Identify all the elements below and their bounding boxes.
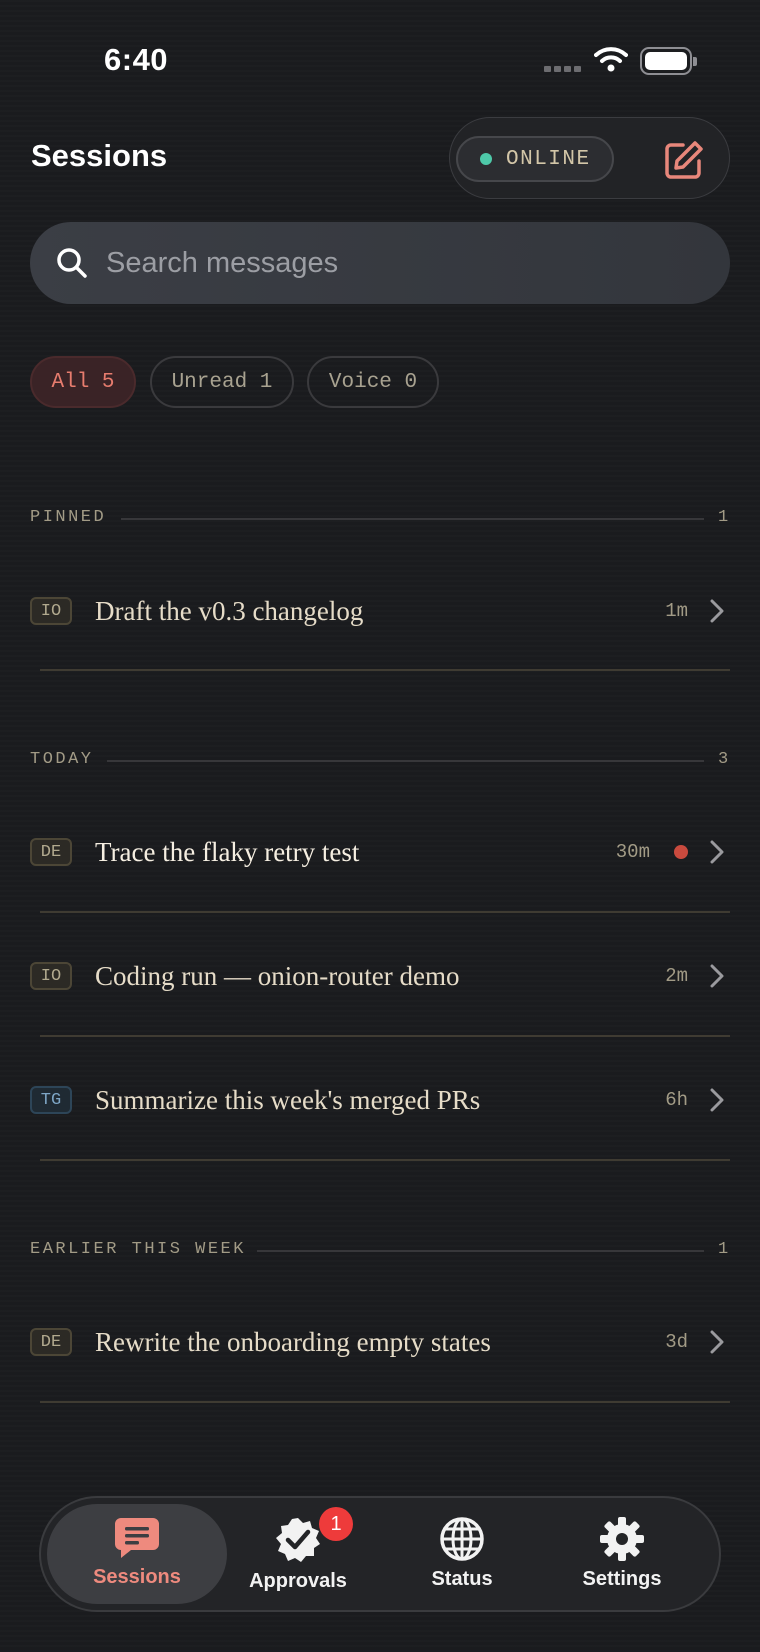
session-row[interactable]: IO Coding run — onion-router demo 2m — [30, 946, 730, 1006]
section-header-today: TODAY — [30, 750, 94, 769]
session-title: Rewrite the onboarding empty states — [95, 1326, 491, 1357]
session-time: 3d — [665, 1331, 688, 1353]
wifi-icon — [594, 46, 628, 77]
search-icon — [57, 248, 87, 278]
section-header-earlier-this-week: EARLIER THIS WEEK — [30, 1240, 246, 1259]
tab-label: Settings — [582, 1568, 662, 1590]
tab-settings[interactable]: Settings — [552, 1504, 692, 1604]
checkmark-seal-icon — [276, 1518, 320, 1562]
session-row[interactable]: DE Trace the flaky retry test 30m — [30, 822, 730, 882]
approvals-badge: 1 — [319, 1507, 353, 1541]
section-count: 1 — [718, 1240, 729, 1259]
chevron-right-icon — [710, 1330, 724, 1354]
unread-indicator — [674, 845, 688, 859]
source-tag: IO — [30, 597, 72, 625]
session-time: 1m — [665, 600, 688, 622]
search-placeholder: Search messages — [106, 246, 339, 279]
compose-button[interactable] — [660, 138, 706, 184]
session-title: Summarize this week's merged PRs — [95, 1084, 481, 1115]
compose-icon — [665, 141, 703, 179]
battery-icon — [640, 47, 697, 75]
search-input[interactable]: Search messages — [30, 222, 730, 304]
chevron-right-icon — [710, 599, 724, 623]
filter-chip-all[interactable]: All 5 — [30, 356, 136, 408]
row-divider — [40, 911, 730, 913]
status-time: 6:40 — [104, 42, 169, 77]
connection-status-pill[interactable]: ONLINE — [456, 136, 614, 182]
section-header-pinned: PINNED — [30, 508, 107, 527]
row-divider — [40, 1159, 730, 1161]
session-row[interactable]: IO Draft the v0.3 changelog 1m — [30, 581, 730, 641]
section-divider — [257, 1250, 704, 1252]
tab-label: Approvals — [249, 1570, 347, 1592]
section-divider — [121, 518, 704, 520]
cellular-signal-icon — [544, 66, 582, 74]
source-tag: DE — [30, 838, 72, 866]
chat-bubble-icon — [115, 1518, 159, 1558]
section-count: 3 — [718, 750, 729, 769]
chevron-right-icon — [710, 1088, 724, 1112]
session-time: 6h — [665, 1089, 688, 1111]
row-divider — [40, 1035, 730, 1037]
connection-status-label: ONLINE — [506, 147, 591, 171]
row-divider — [40, 1401, 730, 1403]
chevron-right-icon — [710, 840, 724, 864]
session-title: Trace the flaky retry test — [95, 836, 360, 867]
session-row[interactable]: DE Rewrite the onboarding empty states 3… — [30, 1312, 730, 1372]
gear-icon — [600, 1517, 644, 1561]
globe-icon — [440, 1517, 484, 1561]
source-tag: IO — [30, 962, 72, 990]
session-time: 30m — [615, 841, 650, 863]
tab-sessions[interactable]: Sessions — [47, 1504, 227, 1604]
status-dot-icon — [480, 153, 492, 165]
session-title: Coding run — onion-router demo — [95, 960, 460, 991]
filter-chip-unread[interactable]: Unread 1 — [150, 356, 294, 408]
section-divider — [107, 760, 704, 762]
section-count: 1 — [718, 508, 729, 527]
source-tag: TG — [30, 1086, 72, 1114]
row-divider — [40, 669, 730, 671]
chevron-right-icon — [710, 964, 724, 988]
page-title: Sessions — [31, 138, 168, 173]
session-time: 2m — [665, 965, 688, 987]
tab-label: Status — [431, 1568, 493, 1590]
filter-chip-voice[interactable]: Voice 0 — [307, 356, 439, 408]
tab-status[interactable]: Status — [392, 1504, 532, 1604]
tab-label: Sessions — [93, 1566, 181, 1588]
source-tag: DE — [30, 1328, 72, 1356]
session-row[interactable]: TG Summarize this week's merged PRs 6h — [30, 1070, 730, 1130]
session-title: Draft the v0.3 changelog — [95, 595, 364, 626]
